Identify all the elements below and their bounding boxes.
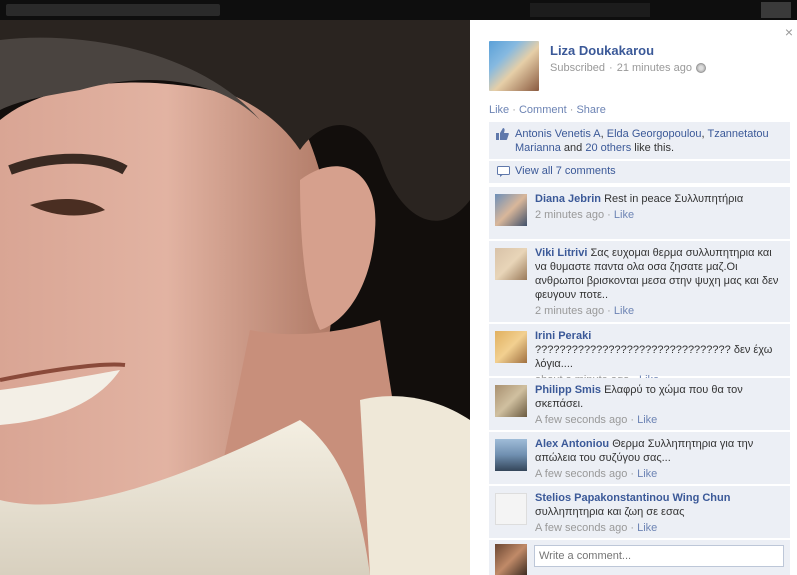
comment-time[interactable]: A few seconds ago (535, 468, 627, 480)
commenter-avatar[interactable] (495, 439, 527, 471)
close-icon[interactable]: × (785, 24, 793, 40)
comment-item: Irini Peraki ???????????????????????????… (489, 324, 790, 386)
view-all-comments[interactable]: View all 7 comments (489, 161, 790, 183)
commenter-name[interactable]: Alex Antoniou (535, 438, 609, 450)
commenter-name[interactable]: Stelios Papakonstantinou Wing Chun (535, 492, 730, 504)
commenter-avatar[interactable] (495, 385, 527, 417)
comment-bubble-icon (497, 166, 510, 177)
commenter-name[interactable]: Viki Litrivi (535, 247, 587, 259)
photo-stage[interactable] (0, 0, 470, 575)
view-all-link[interactable]: View all 7 comments (515, 165, 616, 177)
like-link[interactable]: Like (489, 104, 509, 116)
search-bar[interactable] (6, 4, 220, 16)
owner-avatar[interactable] (489, 41, 539, 91)
likes-and: and (563, 142, 583, 154)
blurred-header (530, 3, 650, 17)
comment-item: Viki Litrivi Σας ευχομαι θερμα συλλυπητη… (489, 241, 790, 322)
commenter-avatar[interactable] (495, 493, 527, 525)
comment-time[interactable]: A few seconds ago (535, 522, 627, 534)
comment-link[interactable]: Comment (519, 104, 567, 116)
viewer-avatar (495, 544, 527, 575)
thumbs-up-icon (496, 128, 509, 140)
subscribed-link[interactable]: Subscribed (550, 62, 605, 74)
liker-name[interactable]: Elda Georgopoulou (607, 128, 702, 140)
commenter-avatar[interactable] (495, 248, 527, 280)
commenter-name[interactable]: Diana Jebrin (535, 193, 601, 205)
likes-summary: Antonis Venetis A, Elda Georgopoulou, Tz… (489, 122, 790, 159)
commenter-name[interactable]: Irini Peraki (535, 330, 591, 342)
comment-like-link[interactable]: Like (637, 468, 657, 480)
post-header: Liza Doukakarou Subscribed · 21 minutes … (489, 41, 706, 91)
likes-suffix: like this. (634, 142, 675, 154)
owner-name[interactable]: Liza Doukakarou (550, 43, 706, 58)
commenter-avatar[interactable] (495, 194, 527, 226)
comment-time[interactable]: 2 minutes ago (535, 305, 604, 317)
comment-item: Alex Antoniou Θερμα Συλληπητηρια για την… (489, 432, 790, 484)
comment-item: Diana Jebrin Rest in peace Συλλυπητήρια … (489, 187, 790, 239)
comment-like-link[interactable]: Like (614, 209, 634, 221)
commenter-avatar[interactable] (495, 331, 527, 363)
post-meta: Subscribed · 21 minutes ago (550, 62, 706, 74)
comment-time[interactable]: 2 minutes ago (535, 209, 604, 221)
post-actions: Like · Comment · Share (489, 104, 606, 116)
share-link[interactable]: Share (576, 104, 605, 116)
globe-icon (695, 63, 706, 73)
post-panel: × Liza Doukakarou Subscribed · 21 minute… (470, 20, 797, 575)
comment-like-link[interactable]: Like (637, 414, 657, 426)
comment-item: Philipp Smis Ελαφρύ το χώμα που θα τον σ… (489, 378, 790, 430)
comment-text: συλληπητηρια και ζωη σε εσας (535, 506, 685, 518)
comment-time[interactable]: A few seconds ago (535, 414, 627, 426)
comment-input[interactable] (534, 545, 784, 567)
photo (0, 0, 470, 575)
comment-like-link[interactable]: Like (637, 522, 657, 534)
comment-text: ???????????????????????????????? δεν έχω… (535, 344, 773, 370)
commenter-name[interactable]: Philipp Smis (535, 384, 601, 396)
top-bar (0, 0, 797, 20)
liker-name[interactable]: Antonis Venetis A (515, 128, 601, 140)
header-thumbnail[interactable] (761, 2, 791, 18)
write-comment-box (489, 540, 790, 575)
likes-others-link[interactable]: 20 others (585, 142, 631, 154)
comment-text: Rest in peace Συλλυπητήρια (604, 193, 744, 205)
comment-like-link[interactable]: Like (614, 305, 634, 317)
comment-item: Stelios Papakonstantinou Wing Chun συλλη… (489, 486, 790, 538)
post-timestamp[interactable]: 21 minutes ago (617, 62, 692, 74)
